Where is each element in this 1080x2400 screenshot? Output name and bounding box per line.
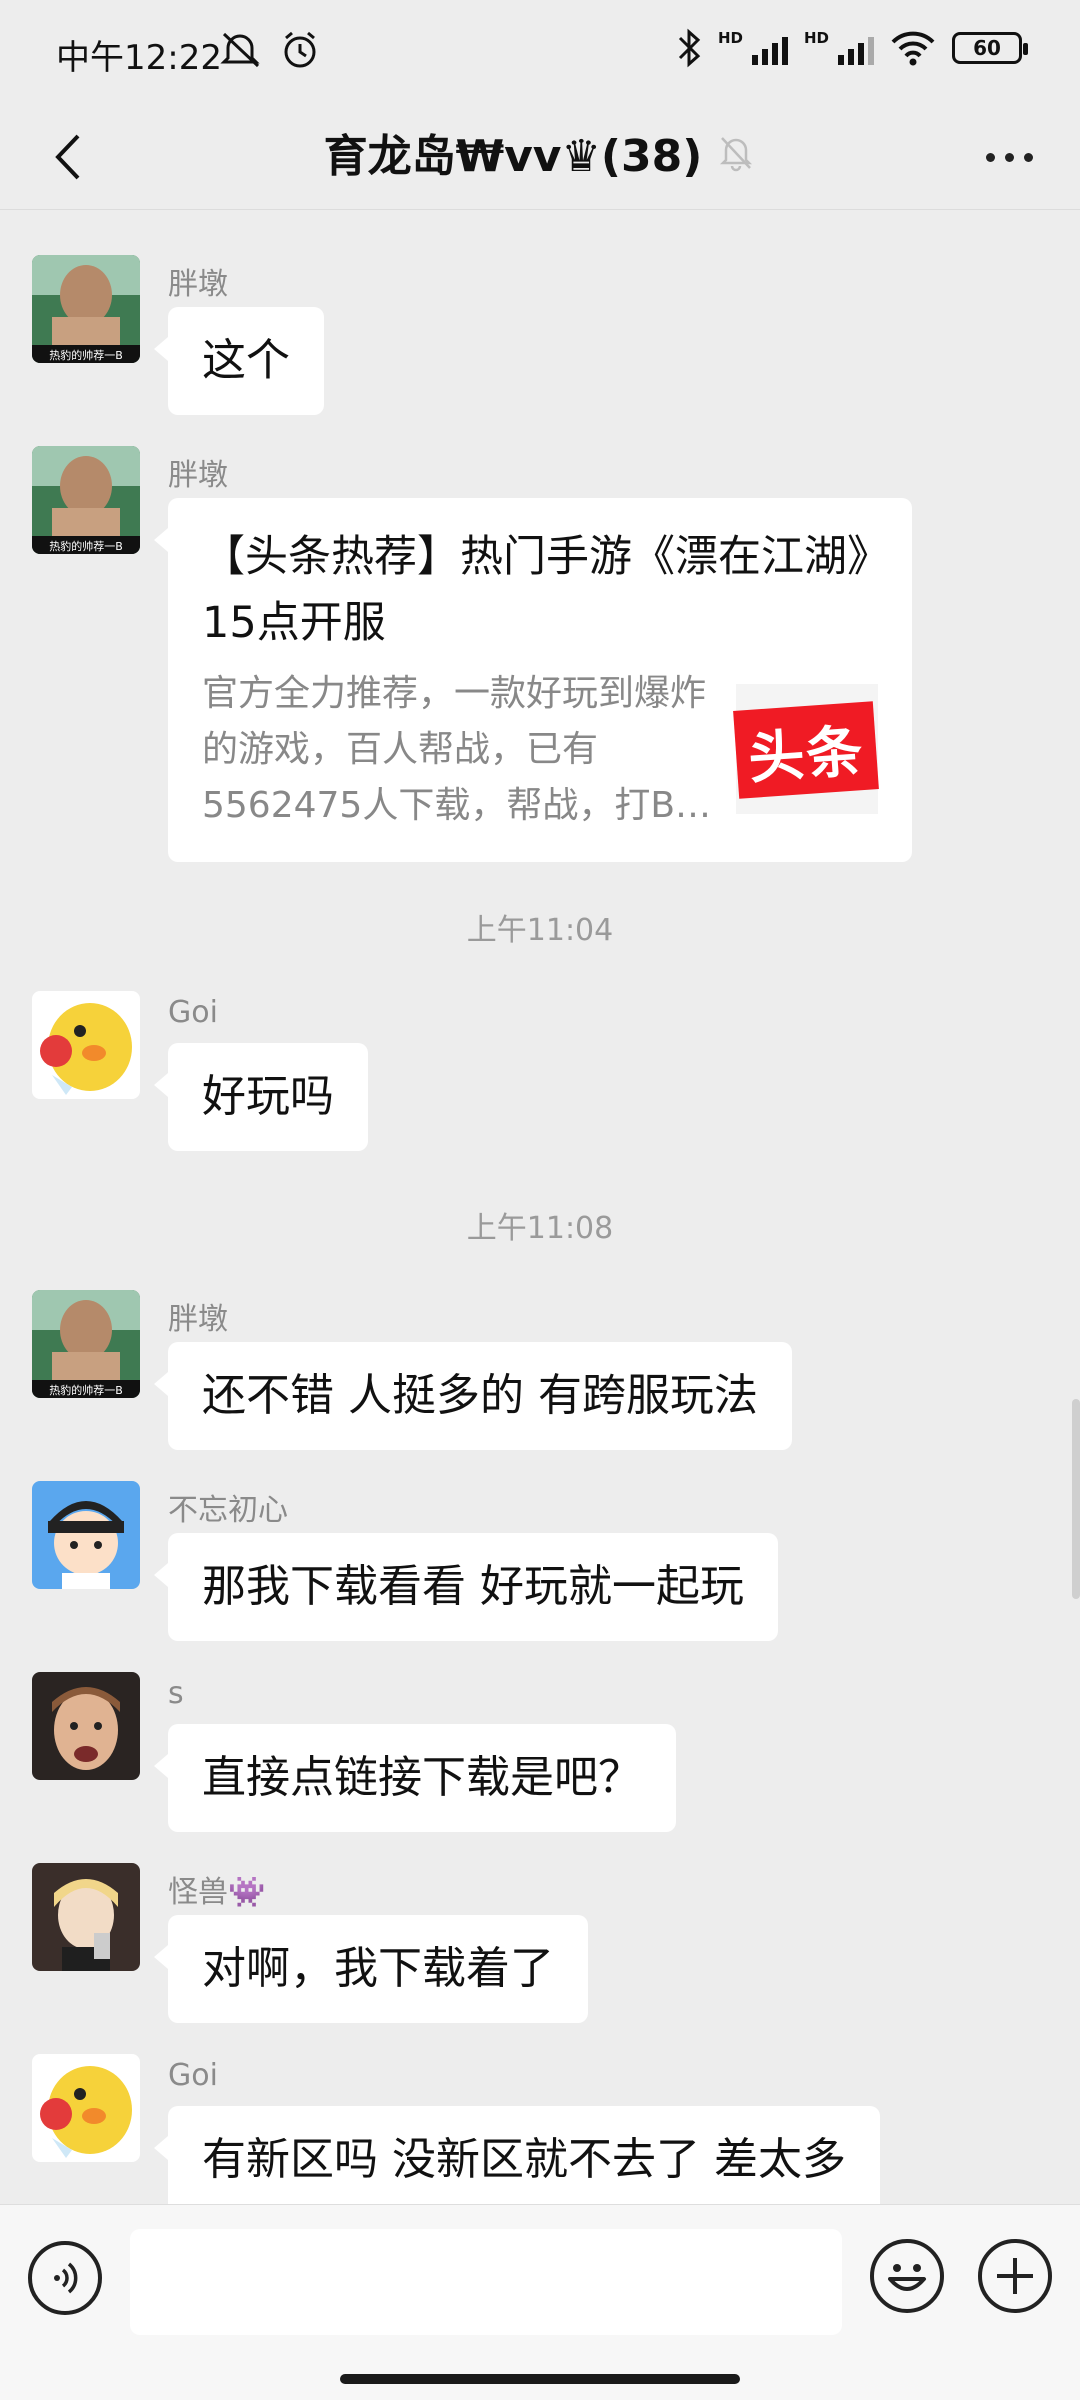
sender-name: 不忘初心 xyxy=(168,1493,288,1528)
input-bar xyxy=(0,2204,1080,2400)
scroll-indicator[interactable] xyxy=(1072,1399,1080,1599)
chat-header: 育龙岛₩vv♛(38) xyxy=(0,100,1080,210)
message-bubble[interactable]: 好玩吗 xyxy=(154,1043,368,1151)
voice-button[interactable] xyxy=(28,2241,102,2315)
toutiao-logo: 头条 xyxy=(732,701,879,799)
avatar-pangdun[interactable]: 热豹的帅荐一B xyxy=(32,446,140,554)
message-bubble[interactable]: 直接点链接下载是吧？ xyxy=(154,1724,676,1832)
svg-text:热豹的帅荐一B: 热豹的帅荐一B xyxy=(49,539,123,553)
chat-title[interactable]: 育龙岛₩vv♛(38) xyxy=(324,120,703,184)
sender-name: Goi xyxy=(168,995,218,1030)
status-bar: 中午12:22 HD HD 60 xyxy=(0,0,1080,100)
wifi-icon xyxy=(891,31,935,66)
avatar-s[interactable] xyxy=(32,1672,140,1780)
svg-text:热豹的帅荐一B: 热豹的帅荐一B xyxy=(49,1383,123,1397)
sender-name: 怪兽👾 xyxy=(168,1875,266,1910)
avatar-buwangchuxin[interactable] xyxy=(32,1481,140,1589)
voice-icon xyxy=(54,2262,78,2294)
battery-level: 60 xyxy=(973,36,1001,60)
more-icon xyxy=(985,152,995,162)
avatar-pangdun[interactable]: 热豹的帅荐一B xyxy=(32,1290,140,1398)
emoji-button[interactable] xyxy=(870,2239,944,2313)
plus-icon xyxy=(997,2258,1033,2294)
message-row: Goi 好玩吗 xyxy=(32,991,368,1151)
message-bubble[interactable]: 对啊，我下载着了 xyxy=(154,1915,588,2023)
battery-icon: 60 xyxy=(952,32,1028,64)
sender-name: 胖墩 xyxy=(168,458,228,493)
mute-icon xyxy=(720,137,753,172)
status-time: 中午12:22 xyxy=(56,38,222,78)
plus-button[interactable] xyxy=(978,2239,1052,2313)
message-row: s 直接点链接下载是吧？ xyxy=(32,1672,676,1832)
sender-name: s xyxy=(168,1676,184,1711)
timestamp: 上午11:04 xyxy=(466,913,614,948)
message-row: 热豹的帅荐一B 胖墩 【头条热荐】热门手游《漂在江湖》15点开服 官方全力推荐，… xyxy=(32,446,912,862)
message-row: 不忘初心 那我下载看看 好玩就一起玩 xyxy=(32,1481,778,1641)
emoji-icon xyxy=(888,2264,926,2291)
more-button[interactable] xyxy=(974,132,1044,182)
status-left-icons xyxy=(218,30,320,70)
status-right-icons: HD HD 60 xyxy=(676,28,1028,68)
message-row: 热豹的帅荐一B 胖墩 这个 xyxy=(32,255,324,415)
card-description: 官方全力推荐，一款好玩到爆炸的游戏，百人帮战，已有5562475人下载，帮战，打… xyxy=(202,673,712,826)
message-row: 怪兽👾 对啊，我下载着了 xyxy=(32,1863,588,2023)
message-bubble[interactable]: 这个 xyxy=(154,307,324,415)
sender-name: Goi xyxy=(168,2058,218,2093)
alarm-icon xyxy=(284,31,316,68)
sender-name: 胖墩 xyxy=(168,267,228,302)
message-bubble[interactable]: 有新区吗 没新区就不去了 差太多 xyxy=(154,2106,880,2204)
message-bubble[interactable]: 还不错 人挺多的 有跨服玩法 xyxy=(154,1342,792,1450)
avatar-pangdun[interactable]: 热豹的帅荐一B xyxy=(32,255,140,363)
bluetooth-icon xyxy=(678,28,701,68)
signal-1-icon: HD xyxy=(718,29,788,65)
avatar-guaishou[interactable] xyxy=(32,1863,140,1971)
avatar-goi[interactable] xyxy=(32,991,140,1099)
avatar-goi[interactable] xyxy=(32,2054,140,2162)
title-wrap: 育龙岛₩vv♛(38) xyxy=(0,120,1080,184)
chat-area[interactable]: 热豹的帅荐一B 胖墩 这个 热豹的帅荐一B 胖墩 【头条热荐】热门手游《漂在江湖… xyxy=(0,211,1080,2204)
signal-2-icon: HD xyxy=(804,29,874,65)
card-title: 【头条热荐】热门手游《漂在江湖》15点开服 xyxy=(202,532,869,648)
timestamp: 上午11:08 xyxy=(466,1211,614,1246)
message-row: Goi 有新区吗 没新区就不去了 差太多 xyxy=(32,2054,880,2204)
message-input[interactable] xyxy=(130,2229,842,2335)
svg-text:热豹的帅荐一B: 热豹的帅荐一B xyxy=(49,348,123,362)
dnd-mute-icon xyxy=(220,32,260,68)
message-row: 热豹的帅荐一B 胖墩 还不错 人挺多的 有跨服玩法 xyxy=(32,1290,792,1450)
sender-name: 胖墩 xyxy=(168,1302,228,1337)
message-bubble[interactable]: 那我下载看看 好玩就一起玩 xyxy=(154,1533,778,1641)
card-thumbnail: 头条 xyxy=(732,684,879,814)
home-indicator[interactable] xyxy=(340,2374,740,2384)
link-card[interactable]: 【头条热荐】热门手游《漂在江湖》15点开服 官方全力推荐，一款好玩到爆炸的游戏，… xyxy=(154,498,912,862)
